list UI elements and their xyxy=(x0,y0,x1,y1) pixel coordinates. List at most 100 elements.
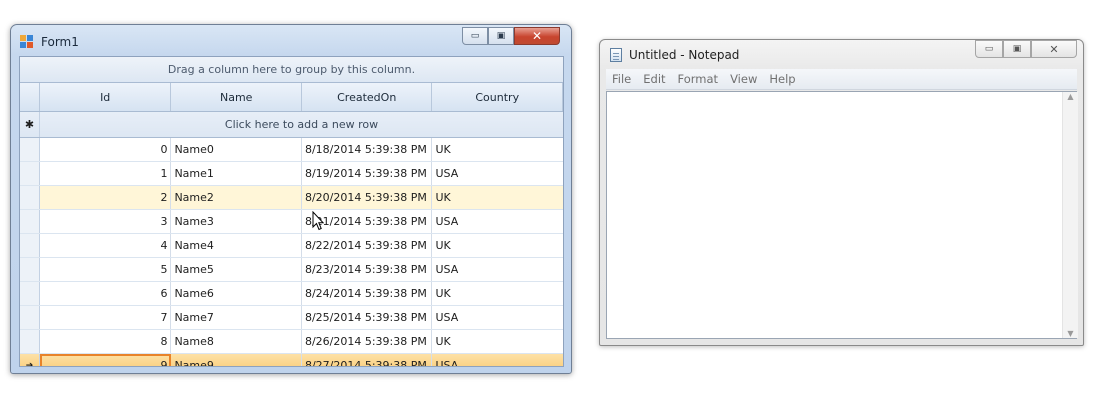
row-indicator-cell[interactable] xyxy=(20,186,40,209)
table-row[interactable]: 5 Name5 8/23/2014 5:39:38 PM USA xyxy=(20,258,563,282)
menu-file[interactable]: File xyxy=(606,72,637,86)
cell-createdon[interactable]: 8/24/2014 5:39:38 PM xyxy=(302,282,433,305)
row-indicator-cell[interactable] xyxy=(20,234,40,257)
cell-id[interactable]: 7 xyxy=(40,306,172,329)
cell-country[interactable]: UK xyxy=(432,138,563,161)
table-row[interactable]: 3 Name3 8/21/2014 5:39:38 PM USA xyxy=(20,210,563,234)
new-row-icon: ✱ xyxy=(20,112,40,137)
cell-id[interactable]: 2 xyxy=(40,186,172,209)
cell-id[interactable]: 4 xyxy=(40,234,172,257)
cell-country[interactable]: UK xyxy=(432,234,563,257)
cell-id[interactable]: 8 xyxy=(40,330,172,353)
row-indicator-cell[interactable] xyxy=(20,210,40,233)
cell-id[interactable]: 5 xyxy=(40,258,172,281)
notepad-vertical-scrollbar[interactable]: ▲ ▼ xyxy=(1062,92,1078,338)
column-header-name[interactable]: Name xyxy=(171,83,302,111)
cell-createdon[interactable]: 8/23/2014 5:39:38 PM xyxy=(302,258,433,281)
cell-id[interactable]: 9 xyxy=(39,354,172,366)
form1-caption-buttons: ▭ ▣ ✕ xyxy=(462,27,560,45)
cell-id[interactable]: 6 xyxy=(40,282,172,305)
cell-country[interactable]: UK xyxy=(432,330,563,353)
table-row[interactable]: 8 Name8 8/26/2014 5:39:38 PM UK xyxy=(20,330,563,354)
table-row[interactable]: ➔ 9 Name9 8/27/2014 5:39:38 PM USA xyxy=(20,354,563,366)
cell-country[interactable]: USA xyxy=(432,258,563,281)
close-button[interactable]: ✕ xyxy=(514,27,560,45)
cell-createdon[interactable]: 8/19/2014 5:39:38 PM xyxy=(302,162,433,185)
form1-title-bar[interactable]: Form1 ▭ ▣ ✕ xyxy=(11,25,571,55)
form1-window: Form1 ▭ ▣ ✕ Drag a column here to group … xyxy=(10,24,572,374)
new-row[interactable]: ✱ Click here to add a new row xyxy=(20,112,563,138)
cell-name[interactable]: Name1 xyxy=(171,162,302,185)
cell-id[interactable]: 1 xyxy=(40,162,172,185)
table-row[interactable]: 0 Name0 8/18/2014 5:39:38 PM UK xyxy=(20,138,563,162)
cell-country[interactable]: UK xyxy=(432,186,563,209)
form1-title: Form1 xyxy=(41,35,79,49)
cell-id[interactable]: 0 xyxy=(40,138,172,161)
cell-country[interactable]: USA xyxy=(432,306,563,329)
scroll-up-icon[interactable]: ▲ xyxy=(1067,92,1073,101)
maximize-button[interactable]: ▣ xyxy=(488,27,514,45)
cell-createdon[interactable]: 8/20/2014 5:39:38 PM xyxy=(302,186,433,209)
notepad-maximize-button[interactable]: ▣ xyxy=(1003,40,1031,58)
cell-createdon[interactable]: 8/22/2014 5:39:38 PM xyxy=(302,234,433,257)
cell-name[interactable]: Name0 xyxy=(171,138,302,161)
grid-header-row: Id Name CreatedOn Country xyxy=(20,83,563,112)
group-panel[interactable]: Drag a column here to group by this colu… xyxy=(20,57,563,83)
notepad-icon xyxy=(610,48,622,62)
menu-edit[interactable]: Edit xyxy=(637,72,671,86)
maximize-icon: ▣ xyxy=(496,31,506,41)
menu-view[interactable]: View xyxy=(724,72,763,86)
row-indicator-cell[interactable] xyxy=(20,306,40,329)
cell-name[interactable]: Name5 xyxy=(171,258,302,281)
menu-help[interactable]: Help xyxy=(763,72,801,86)
notepad-caption-buttons: ▭ ▣ ✕ xyxy=(975,40,1077,58)
cell-name[interactable]: Name7 xyxy=(171,306,302,329)
cell-country[interactable]: UK xyxy=(432,282,563,305)
table-row[interactable]: 1 Name1 8/19/2014 5:39:38 PM USA xyxy=(20,162,563,186)
cell-name[interactable]: Name2 xyxy=(171,186,302,209)
notepad-text-area[interactable] xyxy=(606,91,1077,339)
cell-country[interactable]: USA xyxy=(432,210,563,233)
notepad-window: Untitled - Notepad ▭ ▣ ✕ File Edit Forma… xyxy=(599,39,1084,346)
table-row[interactable]: 2 Name2 8/20/2014 5:39:38 PM UK xyxy=(20,186,563,210)
mouse-cursor-icon xyxy=(312,211,324,231)
notepad-title: Untitled - Notepad xyxy=(629,48,740,62)
header-indicator-cell xyxy=(20,83,40,111)
column-header-country[interactable]: Country xyxy=(432,83,563,111)
maximize-icon: ▣ xyxy=(1012,44,1022,54)
scroll-down-icon[interactable]: ▼ xyxy=(1067,329,1073,338)
row-indicator-cell[interactable] xyxy=(20,162,40,185)
menu-format[interactable]: Format xyxy=(672,72,725,86)
cell-createdon[interactable]: 8/27/2014 5:39:38 PM xyxy=(302,354,433,366)
minimize-icon: ▭ xyxy=(470,31,480,41)
cell-createdon[interactable]: 8/26/2014 5:39:38 PM xyxy=(302,330,433,353)
cell-country[interactable]: USA xyxy=(432,354,563,366)
cell-country[interactable]: USA xyxy=(432,162,563,185)
row-indicator-cell[interactable] xyxy=(20,258,40,281)
row-indicator-cell[interactable] xyxy=(20,138,40,161)
row-indicator-cell[interactable] xyxy=(20,330,40,353)
minimize-button[interactable]: ▭ xyxy=(462,27,488,45)
column-header-id[interactable]: Id xyxy=(40,83,172,111)
minimize-icon: ▭ xyxy=(984,44,994,54)
row-indicator-cell[interactable] xyxy=(20,282,40,305)
cell-createdon[interactable]: 8/25/2014 5:39:38 PM xyxy=(302,306,433,329)
table-row[interactable]: 6 Name6 8/24/2014 5:39:38 PM UK xyxy=(20,282,563,306)
table-row[interactable]: 4 Name4 8/22/2014 5:39:38 PM UK xyxy=(20,234,563,258)
cell-name[interactable]: Name6 xyxy=(171,282,302,305)
close-icon: ✕ xyxy=(1049,42,1059,56)
table-row[interactable]: 7 Name7 8/25/2014 5:39:38 PM USA xyxy=(20,306,563,330)
cell-name[interactable]: Name4 xyxy=(171,234,302,257)
notepad-minimize-button[interactable]: ▭ xyxy=(975,40,1003,58)
cell-name[interactable]: Name3 xyxy=(171,210,302,233)
cell-name[interactable]: Name8 xyxy=(171,330,302,353)
close-icon: ✕ xyxy=(531,29,543,43)
current-row-arrow-icon[interactable]: ➔ xyxy=(20,354,40,366)
cell-name[interactable]: Name9 xyxy=(171,354,302,366)
data-grid[interactable]: Drag a column here to group by this colu… xyxy=(19,56,564,367)
cell-id[interactable]: 3 xyxy=(40,210,172,233)
column-header-createdon[interactable]: CreatedOn xyxy=(302,83,433,111)
cell-createdon[interactable]: 8/18/2014 5:39:38 PM xyxy=(302,138,433,161)
notepad-close-button[interactable]: ✕ xyxy=(1031,40,1077,58)
new-row-label[interactable]: Click here to add a new row xyxy=(40,112,563,137)
